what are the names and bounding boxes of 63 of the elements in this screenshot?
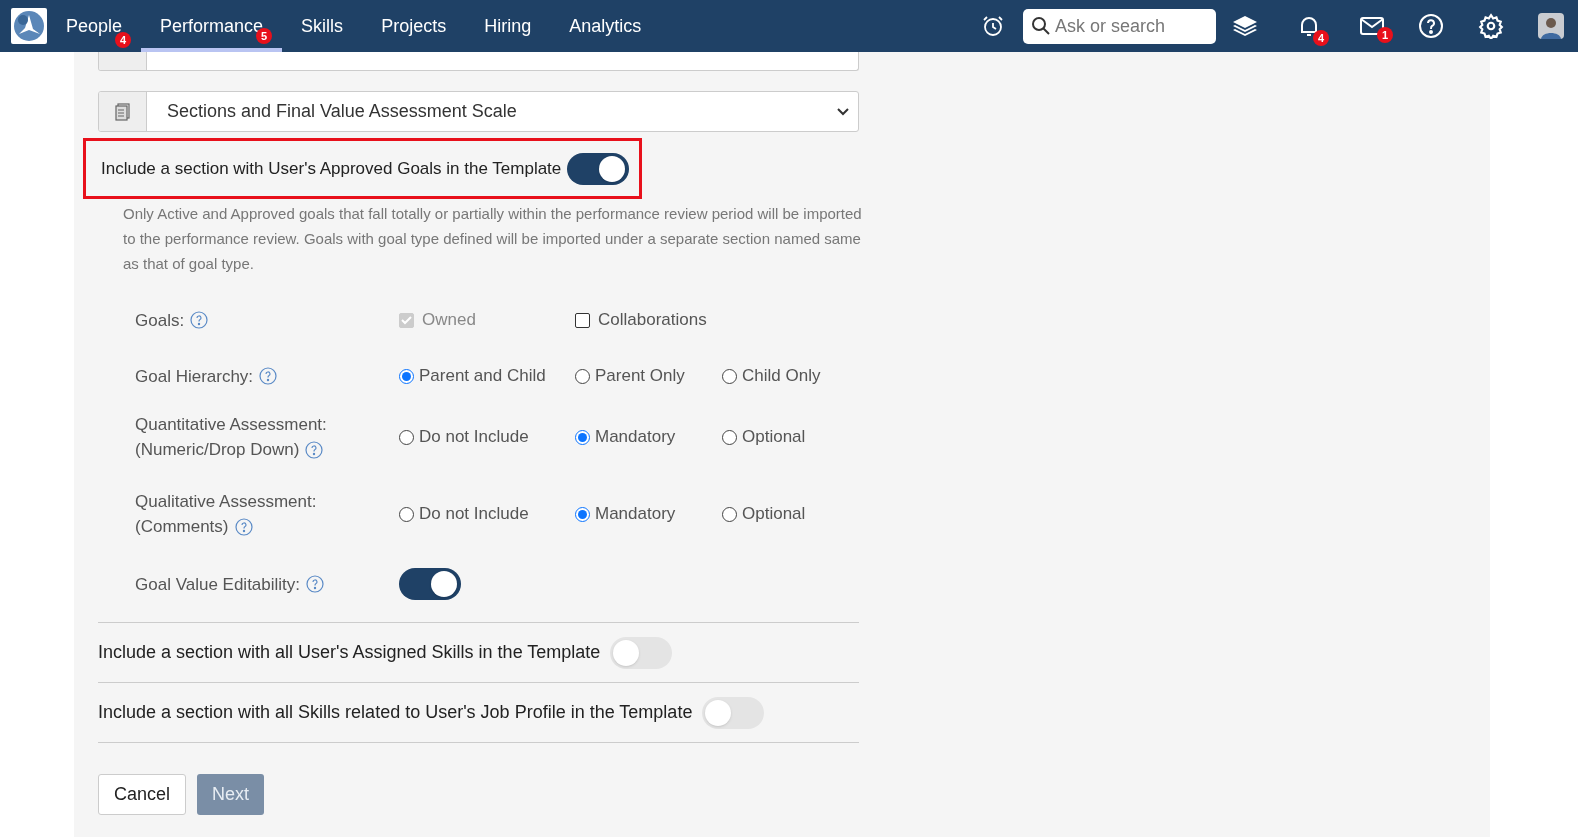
section-label: Include a section with all Skills related to User's Job Profile in the Template (98, 701, 693, 724)
radio-button[interactable] (722, 429, 737, 445)
nav-tab[interactable]: Projects (362, 0, 466, 52)
radio-button[interactable] (399, 368, 414, 384)
app-logo[interactable] (11, 8, 47, 44)
notification-badge: 4 (115, 32, 132, 48)
help-note: Only Active and Approved goals that fall totally or partially within the performance review period will be imported to the performance review. Goals with goal type defined will be imported under a separate section named same as that of goal type. (123, 204, 863, 274)
radio-button[interactable] (722, 506, 737, 522)
help-icon[interactable] (1418, 13, 1444, 39)
radio-button[interactable] (399, 429, 414, 445)
nav-tab[interactable]: Analytics (550, 0, 661, 52)
radio-button[interactable] (575, 368, 590, 384)
chevron-down-icon (837, 107, 849, 116)
toggle-switch[interactable] (610, 636, 673, 669)
field-label: Goal Value Editability: (135, 573, 301, 596)
field-label: Qualitative Assessment: (135, 491, 318, 513)
nav-tab[interactable]: Skills (282, 0, 363, 52)
radio-option[interactable]: Optional (722, 424, 842, 450)
help-icon (305, 440, 324, 459)
field-label: (Numeric/Drop Down) (135, 439, 300, 461)
radio-option[interactable]: Mandatory (575, 501, 722, 527)
radio-option[interactable]: Parent Only (575, 363, 722, 389)
avatar-icon[interactable] (1538, 13, 1564, 39)
radio-button[interactable] (575, 429, 590, 445)
section-label: Include a section with User's Approved Goals in the Template (101, 157, 562, 180)
radio-option[interactable]: Mandatory (575, 424, 722, 450)
radio-button[interactable] (722, 368, 737, 384)
radio-button[interactable] (399, 506, 414, 522)
radio-option[interactable]: Do not Include (399, 501, 575, 527)
toggle-switch[interactable] (399, 568, 461, 600)
radio-option[interactable]: Optional (722, 501, 842, 527)
search-input[interactable]: Ask or search (1055, 12, 1208, 40)
settings-icon[interactable] (1478, 13, 1504, 39)
help-icon (306, 575, 325, 593)
checkbox-option[interactable]: Collaborations (575, 307, 722, 333)
mail-icon[interactable] (1360, 17, 1384, 35)
notification-badge: 1 (1377, 27, 1393, 43)
search-icon (1031, 16, 1051, 36)
document-icon (114, 102, 131, 121)
help-icon (259, 367, 278, 385)
field-label: (Comments) (135, 516, 229, 538)
radio-option[interactable]: Parent and Child (399, 363, 575, 389)
cancel-button[interactable]: Cancel (98, 774, 187, 815)
field-label: Quantitative Assessment: (135, 414, 328, 436)
notifications-icon[interactable] (1298, 14, 1320, 38)
nav-tab[interactable]: People 4 (47, 0, 142, 52)
toggle-switch[interactable] (567, 152, 630, 185)
search-field[interactable]: Ask or search (1023, 8, 1216, 44)
nav-tab[interactable]: Hiring (465, 0, 551, 52)
field-label: Goal Hierarchy: (135, 365, 254, 388)
template-dropdown[interactable]: Sections and Final Value Assessment Scale (98, 91, 859, 132)
radio-option[interactable]: Do not Include (399, 424, 575, 450)
toggle-switch[interactable] (702, 696, 765, 729)
alarm-clock-icon[interactable] (981, 14, 1005, 38)
field-label: Goals: (135, 309, 185, 332)
section-label: Include a section with all User's Assigned Skills in the Template (98, 641, 601, 664)
help-icon (190, 311, 209, 329)
radio-option[interactable]: Child Only (722, 363, 842, 389)
checkbox[interactable] (575, 312, 590, 328)
layers-icon[interactable] (1232, 15, 1258, 37)
radio-button[interactable] (575, 506, 590, 522)
help-icon (234, 517, 253, 536)
notification-badge: 4 (1313, 30, 1329, 46)
